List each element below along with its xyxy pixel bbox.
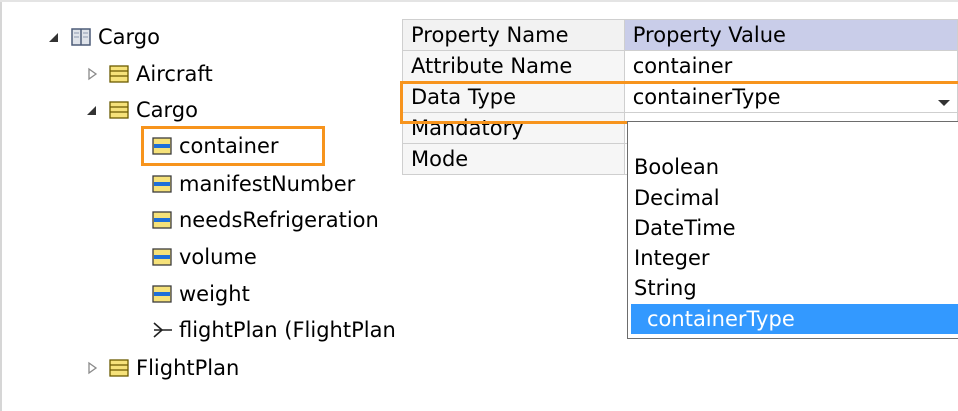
tree-node-label: Cargo	[98, 25, 160, 49]
tree-node-label: Aircraft	[136, 62, 213, 86]
tree-node-label: volume	[179, 245, 257, 269]
property-name-cell: Mode	[402, 143, 625, 175]
collapsed-triangle-icon[interactable]	[84, 65, 102, 83]
property-name-cell: Attribute Name	[402, 50, 625, 82]
tree-node-label: Cargo	[136, 98, 198, 122]
tree-node-association[interactable]: flightPlan (FlightPlan	[151, 315, 396, 345]
association-arrow-icon	[151, 319, 173, 341]
dropdown-option-selected[interactable]: containerType	[631, 304, 958, 334]
data-type-dropdown-list: Boolean Decimal DateTime Integer String …	[627, 121, 958, 339]
container-highlight-box	[141, 126, 325, 166]
window-top-border	[0, 0, 958, 2]
tree-node-attribute[interactable]: volume	[151, 242, 257, 272]
tree-node-label: flightPlan (FlightPlan	[179, 318, 396, 342]
tree-node-label: weight	[179, 282, 250, 306]
tree-node-cargo-class[interactable]: Cargo	[84, 95, 198, 125]
tree-node-attribute[interactable]: weight	[151, 279, 250, 309]
class-icon	[108, 63, 130, 85]
tree-node-attribute[interactable]: manifestNumber	[151, 169, 355, 199]
book-icon	[70, 26, 92, 48]
expanded-triangle-icon[interactable]	[46, 28, 64, 46]
property-value-cell[interactable]: container	[623, 50, 958, 82]
attribute-icon	[151, 173, 173, 195]
attribute-icon	[151, 209, 173, 231]
tree-node-root[interactable]: Cargo	[46, 22, 160, 52]
dropdown-option[interactable]: DateTime	[634, 213, 736, 243]
tree-node-label: FlightPlan	[136, 356, 240, 380]
dropdown-option[interactable]: Boolean	[634, 152, 719, 182]
tree-node-label: manifestNumber	[179, 172, 356, 196]
tree-node-aircraft[interactable]: Aircraft	[84, 59, 213, 89]
dropdown-option[interactable]: Decimal	[634, 183, 720, 213]
tree-node-attribute[interactable]: needsRefrigeration	[151, 205, 379, 235]
header-property-name[interactable]: Property Name	[402, 19, 625, 51]
class-icon	[108, 99, 130, 121]
chevron-down-icon[interactable]	[934, 92, 954, 112]
window-left-border	[0, 0, 2, 411]
tree-node-label: needsRefrigeration	[179, 208, 379, 232]
header-property-value[interactable]: Property Value	[623, 19, 958, 51]
data-type-highlight-box	[400, 81, 958, 124]
dropdown-option[interactable]: Integer	[634, 243, 710, 273]
class-icon	[108, 357, 130, 379]
grid-row: Attribute Name container	[402, 50, 958, 82]
grid-header-row: Property Name Property Value	[402, 19, 958, 51]
attribute-icon	[151, 246, 173, 268]
collapsed-triangle-icon[interactable]	[84, 359, 102, 377]
dropdown-option[interactable]: String	[634, 273, 697, 303]
expanded-triangle-icon[interactable]	[84, 101, 102, 119]
tree-node-flightplan[interactable]: FlightPlan	[84, 353, 239, 383]
attribute-icon	[151, 283, 173, 305]
